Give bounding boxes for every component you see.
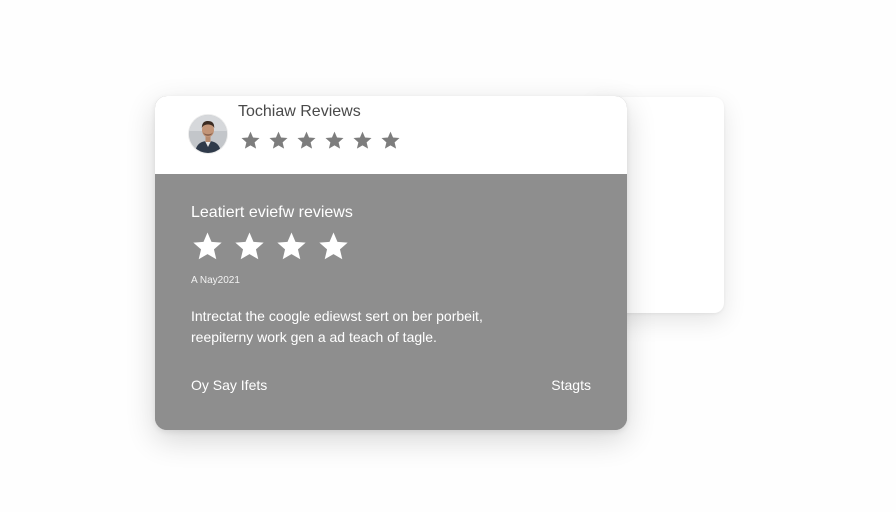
review-date: A Nay2021 (191, 275, 240, 286)
header-star-rating (240, 130, 401, 151)
star-icon (277, 232, 306, 260)
star-icon (353, 131, 372, 149)
person-icon (189, 115, 227, 153)
avatar (189, 115, 227, 153)
star-icon (241, 131, 260, 149)
star-icon (193, 232, 222, 260)
review-text-line: reepiterny work gen a ad teach of tagle. (191, 329, 437, 345)
review-text-line: Intrectat the coogle ediewst sert on ber… (191, 308, 483, 324)
star-icon (319, 232, 348, 260)
review-title: Leatiert eviefw reviews (191, 204, 353, 221)
stars-link[interactable]: Stagts (551, 377, 591, 393)
header-title: Tochiaw Reviews (238, 103, 361, 120)
star-icon (235, 232, 264, 260)
card-body: Leatiert eviefw reviews A Nay2021 Intrec… (155, 174, 627, 430)
review-card: Tochiaw Reviews Leatiert eviefw reviews … (155, 96, 627, 430)
star-icon (269, 131, 288, 149)
review-star-rating (191, 230, 350, 263)
star-icon (381, 131, 400, 149)
reviewer-name: Oy Say Ifets (191, 377, 268, 393)
star-icon (325, 131, 344, 149)
card-header: Tochiaw Reviews (155, 96, 627, 174)
review-text: Intrectat the coogle ediewst sert on ber… (191, 306, 591, 348)
star-icon (297, 131, 316, 149)
review-widget-stage: Tochiaw Reviews Leatiert eviefw reviews … (0, 0, 896, 512)
